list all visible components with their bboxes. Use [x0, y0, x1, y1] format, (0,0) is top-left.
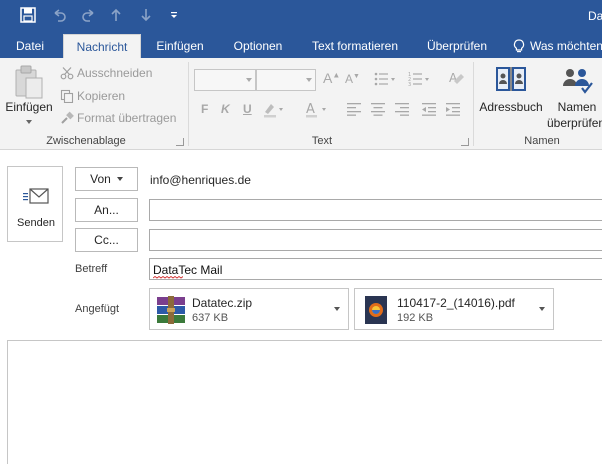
cc-button[interactable]: Cc...: [75, 228, 138, 252]
spellcheck-squiggle: [153, 276, 183, 279]
scissors-icon: [60, 67, 74, 80]
paste-dropdown-icon[interactable]: [26, 120, 32, 124]
send-label: Senden: [17, 217, 55, 229]
title-bar: Da: [0, 0, 602, 32]
address-book-button[interactable]: Adressbuch: [478, 100, 544, 114]
attachment-size: 637 KB: [192, 312, 229, 324]
format-painter-label: Format übertragen: [77, 111, 177, 125]
attachment-zip[interactable]: Datatec.zip 637 KB: [149, 288, 349, 330]
save-icon[interactable]: [16, 4, 40, 26]
cut-button[interactable]: Ausschneiden: [60, 63, 152, 83]
decrease-indent-icon[interactable]: [421, 102, 437, 119]
attachment-dropdown-icon[interactable]: [539, 307, 545, 311]
group-divider: [188, 62, 189, 146]
subject-label: Betreff: [75, 263, 108, 275]
tab-datei[interactable]: Datei: [6, 34, 54, 58]
copy-label: Kopieren: [77, 89, 126, 103]
paste-icon[interactable]: [12, 64, 46, 100]
ribbon-tabs: Datei Nachricht Einfügen Optionen Text f…: [0, 32, 602, 58]
copy-icon: [60, 89, 74, 103]
tell-me-label: Was möchten: [530, 39, 602, 53]
underline-button[interactable]: U: [243, 102, 252, 116]
svg-text:A: A: [306, 102, 315, 117]
bold-button[interactable]: F: [201, 102, 208, 116]
grow-font-icon[interactable]: A▲: [323, 70, 340, 86]
lightbulb-icon: [513, 39, 525, 53]
align-right-icon[interactable]: [394, 102, 410, 119]
clipboard-dialog-launcher[interactable]: [176, 138, 184, 146]
from-button[interactable]: Von: [75, 167, 138, 191]
shrink-font-icon[interactable]: A▼: [345, 72, 360, 86]
cc-input[interactable]: [149, 229, 602, 251]
check-names-line1[interactable]: Namen: [552, 100, 602, 114]
format-painter-button[interactable]: Format übertragen: [60, 108, 176, 128]
copy-button[interactable]: Kopieren: [60, 86, 125, 106]
tab-text-formatieren[interactable]: Text formatieren: [306, 34, 404, 58]
svg-text:3: 3: [408, 82, 411, 87]
cut-label: Ausschneiden: [77, 66, 153, 80]
numbering-icon[interactable]: 123: [408, 71, 430, 90]
message-body-editor[interactable]: [7, 340, 602, 464]
attachment-pdf[interactable]: 110417-2_(14016).pdf 192 KB: [354, 288, 554, 330]
font-color-icon[interactable]: A: [305, 100, 329, 121]
chevron-down-icon: [116, 177, 123, 181]
tab-optionen[interactable]: Optionen: [226, 34, 290, 58]
bullets-icon[interactable]: [374, 71, 396, 90]
undo-icon[interactable]: [48, 4, 70, 26]
names-group-label: Namen: [524, 135, 560, 147]
attachment-dropdown-icon[interactable]: [334, 307, 340, 311]
address-book-icon[interactable]: [494, 64, 528, 99]
send-button[interactable]: Senden: [7, 166, 63, 242]
to-button[interactable]: An...: [75, 198, 138, 222]
tab-nachricht[interactable]: Nachricht: [63, 34, 141, 58]
paste-button[interactable]: Einfügen: [2, 100, 56, 114]
from-button-label: Von: [90, 172, 111, 186]
highlight-color-icon[interactable]: [262, 100, 286, 121]
attachment-size: 192 KB: [397, 312, 434, 324]
increase-indent-icon[interactable]: [445, 102, 461, 119]
font-size-combo[interactable]: [256, 69, 316, 91]
arrow-up-icon[interactable]: [106, 4, 126, 26]
check-names-line2[interactable]: überprüfen: [547, 116, 602, 130]
tab-tell-me[interactable]: Was möchten: [513, 34, 602, 58]
pdf-file-icon: [365, 296, 387, 324]
italic-button[interactable]: K: [221, 102, 230, 116]
customize-toolbar-icon[interactable]: [166, 4, 182, 26]
align-center-icon[interactable]: [370, 102, 386, 119]
winrar-archive-icon: [157, 296, 185, 324]
attachment-name: Datatec.zip: [192, 296, 253, 310]
attached-label: Angefügt: [75, 303, 120, 315]
redo-icon[interactable]: [78, 4, 100, 26]
check-names-icon[interactable]: [560, 64, 594, 99]
from-address: info@henriques.de: [150, 173, 251, 187]
send-mail-icon: [23, 188, 49, 204]
tab-einfuegen[interactable]: Einfügen: [147, 34, 213, 58]
brush-icon: [61, 111, 74, 124]
attachment-name: 110417-2_(14016).pdf: [397, 296, 515, 310]
clipboard-group-label: Zwischenablage: [46, 135, 126, 147]
text-dialog-launcher[interactable]: [461, 138, 469, 146]
ribbon: Einfügen Ausschneiden Kopieren Format üb…: [0, 58, 602, 150]
tab-ueberpruefen[interactable]: Überprüfen: [419, 34, 495, 58]
align-left-icon[interactable]: [346, 102, 362, 119]
font-family-combo[interactable]: [194, 69, 256, 91]
group-divider: [473, 62, 474, 146]
window-title: Da: [588, 9, 602, 23]
to-input[interactable]: [149, 199, 602, 221]
clear-formatting-icon[interactable]: A: [448, 69, 466, 90]
text-group-label: Text: [311, 135, 333, 147]
arrow-down-icon[interactable]: [136, 4, 156, 26]
subject-value: DataTec Mail: [153, 263, 223, 277]
